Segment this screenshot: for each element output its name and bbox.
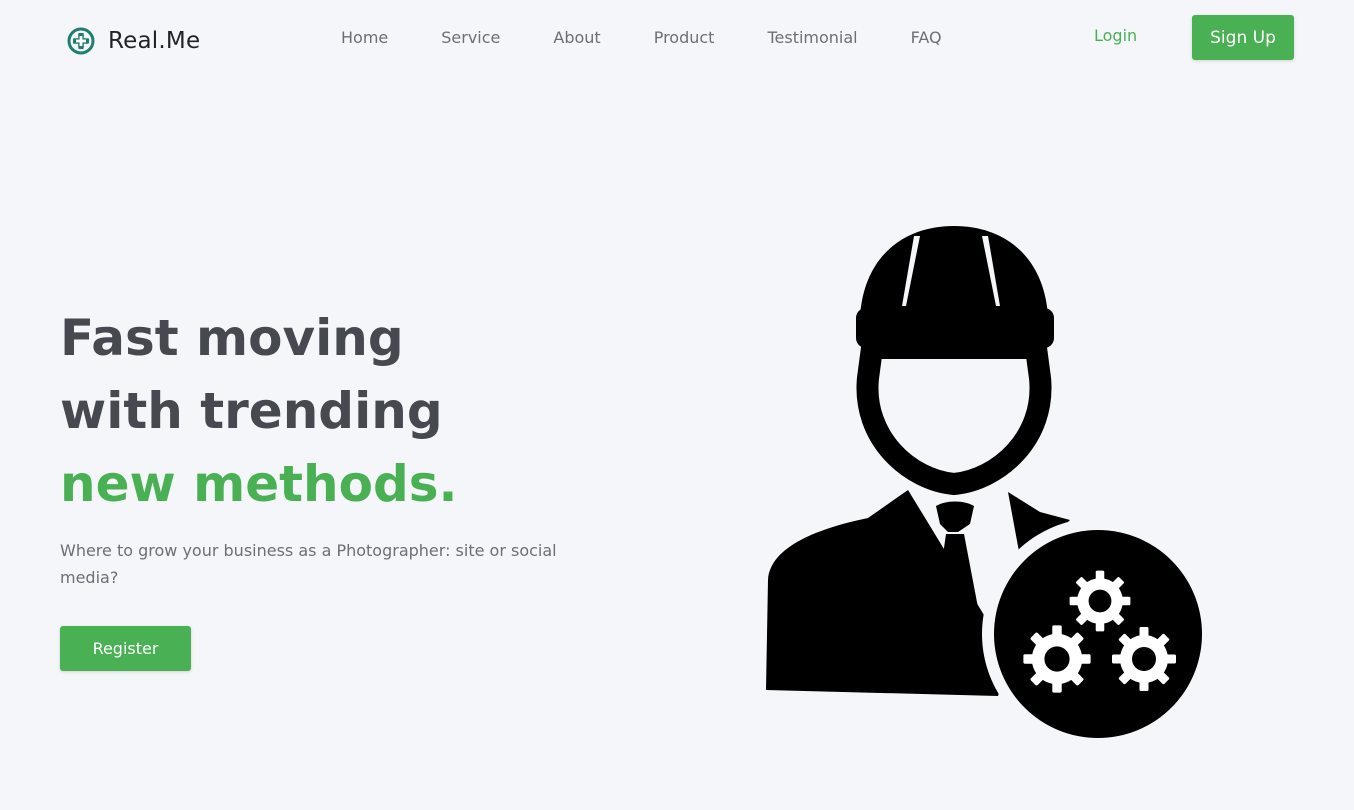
hero-title-line-2: with trending <box>60 382 443 440</box>
login-link[interactable]: Login <box>1094 26 1137 45</box>
brand-name: Real.Me <box>108 28 201 54</box>
nav-link-testimonial[interactable]: Testimonial <box>767 28 857 47</box>
medical-cross-logo-icon <box>67 27 95 55</box>
landing-page: Real.Me Home Service About Product Testi… <box>0 0 1354 810</box>
nav-link-faq[interactable]: FAQ <box>911 28 942 47</box>
hero-title: Fast moving with trending new methods. <box>60 302 458 521</box>
sign-up-button[interactable]: Sign Up <box>1192 15 1294 60</box>
hero-subtitle: Where to grow your business as a Photogr… <box>60 541 557 587</box>
register-button[interactable]: Register <box>60 626 191 671</box>
hero-title-line-3-accent: new methods. <box>60 455 458 513</box>
nav-link-product[interactable]: Product <box>654 28 715 47</box>
nav-link-about[interactable]: About <box>553 28 600 47</box>
engineer-with-gears-icon <box>766 226 1214 750</box>
main-nav: Home Service About Product Testimonial F… <box>341 26 942 48</box>
brand-logo-link[interactable]: Real.Me <box>66 26 200 56</box>
nav-link-service[interactable]: Service <box>441 28 500 47</box>
hero-title-line-1: Fast moving <box>60 309 404 367</box>
nav-link-home[interactable]: Home <box>341 28 388 47</box>
